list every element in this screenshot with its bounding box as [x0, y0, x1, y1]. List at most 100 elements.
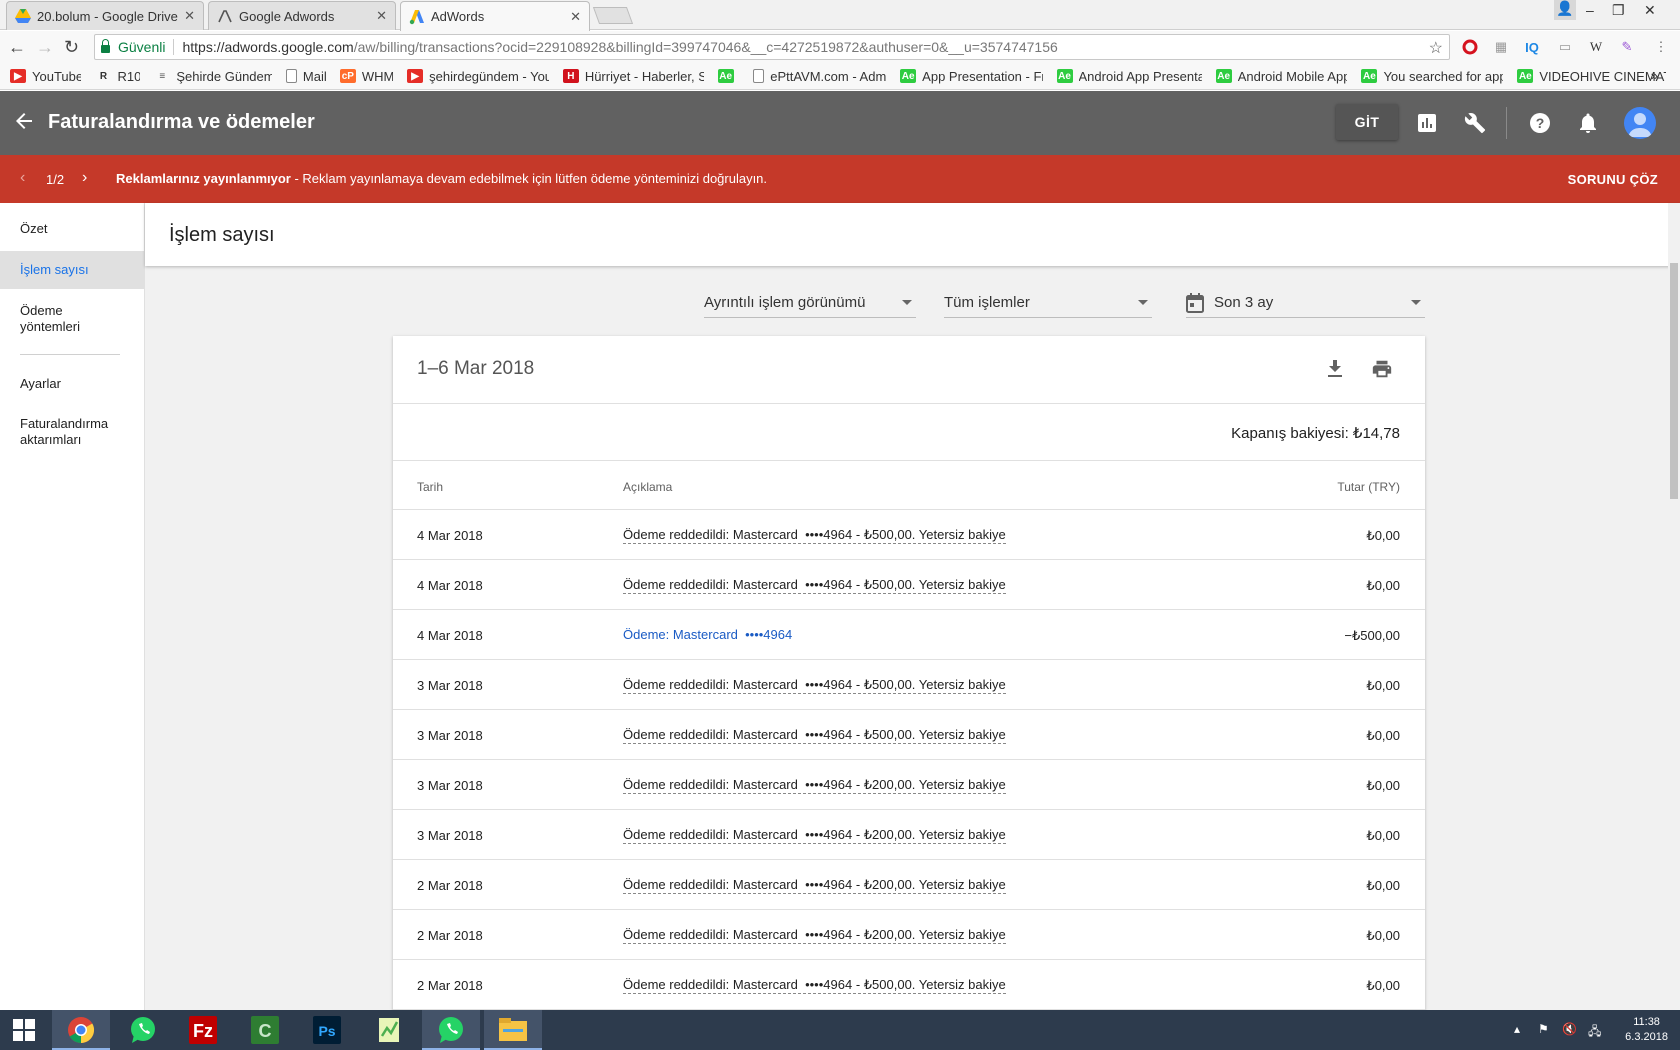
sidebar-item-transactions[interactable]: İşlem sayısı: [0, 251, 144, 289]
transaction-date: 3 Mar 2018: [417, 728, 483, 743]
envato-icon: Ae: [1215, 69, 1232, 83]
bookmark-item[interactable]: Mail: [285, 69, 326, 84]
flag-icon[interactable]: ⚑: [1538, 1022, 1549, 1036]
cpanel-icon: cP: [339, 69, 356, 83]
avatar[interactable]: [1624, 107, 1656, 139]
opera-extension-icon[interactable]: [1461, 38, 1479, 56]
transaction-date: 4 Mar 2018: [417, 628, 483, 643]
secure-indicator[interactable]: Güvenli: [95, 39, 165, 55]
back-arrow-icon[interactable]: [12, 109, 36, 140]
more-bookmarks-icon[interactable]: »: [1651, 68, 1658, 83]
close-tab-icon[interactable]: ✕: [376, 8, 387, 24]
transaction-description[interactable]: Ödeme reddedildi: Mastercard ••••4964 - …: [623, 578, 1006, 594]
go-button[interactable]: GİT: [1336, 104, 1398, 140]
minimize-icon[interactable]: –: [1586, 2, 1594, 18]
bookmark-item[interactable]: ≡ Şehirde Gündem: [154, 69, 272, 84]
wrench-icon[interactable]: [1463, 111, 1487, 135]
help-icon[interactable]: ?: [1528, 111, 1552, 135]
volume-muted-icon[interactable]: 🔇: [1562, 1022, 1577, 1036]
system-clock[interactable]: 11:38 6.3.2018: [1625, 1015, 1668, 1045]
extension-icon[interactable]: ▦: [1492, 38, 1510, 56]
dropdown-caret-icon: [1138, 300, 1148, 305]
bookmark-item[interactable]: cP WHM: [339, 69, 393, 84]
windows-start-icon[interactable]: [0, 1010, 48, 1050]
wikipedia-extension-icon[interactable]: W: [1587, 38, 1605, 56]
youtube-icon: ▶: [10, 69, 26, 83]
closing-balance: Kapanış bakiyesi: ₺14,78: [1231, 425, 1400, 442]
bookmark-item[interactable]: Ae You searched for app: [1361, 69, 1503, 84]
bookmark-item[interactable]: Ae: [717, 69, 740, 83]
pen-extension-icon[interactable]: ✎: [1618, 38, 1636, 56]
bookmark-item[interactable]: H Hürriyet - Haberler, S: [562, 69, 704, 84]
bookmark-star-icon[interactable]: ☆: [1429, 38, 1443, 58]
close-tab-icon[interactable]: ✕: [570, 9, 581, 25]
print-icon[interactable]: [1371, 358, 1393, 385]
hurriyet-icon: H: [562, 69, 579, 83]
transaction-type-select[interactable]: Tüm işlemler: [944, 288, 1152, 318]
next-alert-icon[interactable]: ›: [82, 169, 87, 187]
bookmark-item[interactable]: Ae VIDEOHIVE CINEMAT: [1517, 69, 1666, 84]
payment-link[interactable]: Ödeme: Mastercard ••••4964: [623, 628, 792, 643]
bookmark-item[interactable]: ▶ şehirdegündem - You: [407, 69, 549, 84]
photoshop-icon[interactable]: Ps: [298, 1010, 356, 1050]
bookmark-item[interactable]: Ae Android Mobile App: [1215, 69, 1347, 84]
sidebar-item-summary[interactable]: Özet: [0, 221, 144, 237]
transaction-description[interactable]: Ödeme reddedildi: Mastercard ••••4964 - …: [623, 728, 1006, 744]
browser-tab-google-adwords[interactable]: Google Adwords ✕: [208, 1, 396, 30]
transaction-description[interactable]: Ödeme reddedildi: Mastercard ••••4964 - …: [623, 528, 1006, 544]
transaction-description[interactable]: Ödeme reddedildi: Mastercard ••••4964 - …: [623, 828, 1006, 844]
whatsapp-icon[interactable]: [422, 1010, 480, 1050]
notepad-plus-icon[interactable]: [360, 1010, 418, 1050]
new-tab-button[interactable]: [592, 7, 634, 24]
omnibox[interactable]: Güvenli https://adwords.google.com/aw/bi…: [94, 34, 1450, 60]
chrome-menu-icon[interactable]: ⋮: [1652, 38, 1670, 56]
close-window-icon[interactable]: ✕: [1644, 2, 1656, 19]
transaction-description[interactable]: Ödeme reddedildi: Mastercard ••••4964 - …: [623, 678, 1006, 694]
page-icon: [753, 69, 765, 83]
transaction-amount: ₺0,00: [1366, 528, 1400, 543]
reload-icon[interactable]: ↻: [64, 37, 79, 58]
profile-icon[interactable]: 👤: [1554, 0, 1576, 20]
column-header-date[interactable]: Tarih: [417, 480, 443, 494]
extension-icon[interactable]: ▭: [1556, 38, 1574, 56]
notifications-bell-icon[interactable]: [1576, 111, 1600, 135]
network-icon[interactable]: 🖧: [1588, 1022, 1601, 1043]
bookmark-item[interactable]: ePttAVM.com - Admi: [753, 69, 886, 84]
whatsapp-icon[interactable]: [114, 1010, 172, 1050]
iq-extension-icon[interactable]: IQ: [1523, 38, 1541, 56]
bookmark-item[interactable]: Ae App Presentation - Fr: [900, 69, 1043, 84]
file-explorer-icon[interactable]: [484, 1010, 542, 1050]
sidebar-item-billing-exports[interactable]: Faturalandırma aktarımları: [0, 416, 125, 448]
view-select[interactable]: Ayrıntılı işlem görünümü: [704, 288, 916, 318]
sidebar-item-payment-methods[interactable]: Ödeme yöntemleri: [0, 303, 110, 335]
filezilla-icon[interactable]: Fz: [174, 1010, 232, 1050]
sidebar-item-settings[interactable]: Ayarlar: [0, 376, 144, 392]
reports-icon[interactable]: [1415, 111, 1439, 135]
bookmark-item[interactable]: Ae Android App Presenta: [1056, 69, 1202, 84]
transaction-amount: ₺0,00: [1366, 828, 1400, 843]
camtasia-icon[interactable]: C: [236, 1010, 294, 1050]
back-icon[interactable]: ←: [8, 37, 26, 58]
previous-alert-icon[interactable]: ‹: [20, 169, 25, 187]
transaction-description[interactable]: Ödeme reddedildi: Mastercard ••••4964 - …: [623, 978, 1006, 994]
browser-tab-adwords[interactable]: AdWords ✕: [400, 1, 590, 31]
forward-icon[interactable]: →: [36, 37, 54, 58]
date-range-select[interactable]: Son 3 ay: [1186, 288, 1425, 318]
page-scrollbar[interactable]: [1668, 203, 1680, 1010]
transaction-description[interactable]: Ödeme reddedildi: Mastercard ••••4964 - …: [623, 778, 1006, 794]
download-icon[interactable]: [1325, 358, 1345, 385]
fix-issue-button[interactable]: SORUNU ÇÖZ: [1568, 172, 1658, 187]
browser-tab-strip: 20.bolum - Google Drive ✕ Google Adwords…: [0, 0, 1680, 31]
envato-icon: Ae: [717, 69, 734, 83]
chrome-icon[interactable]: [52, 1010, 110, 1050]
restore-icon[interactable]: ❐: [1612, 2, 1625, 19]
tray-expand-icon[interactable]: ▴: [1514, 1022, 1520, 1036]
transaction-description[interactable]: Ödeme reddedildi: Mastercard ••••4964 - …: [623, 928, 1006, 944]
close-tab-icon[interactable]: ✕: [184, 8, 195, 24]
url-text[interactable]: https://adwords.google.com/aw/billing/tr…: [182, 39, 1057, 55]
scrollbar-thumb[interactable]: [1670, 263, 1678, 499]
browser-tab-google-drive[interactable]: 20.bolum - Google Drive ✕: [6, 1, 204, 30]
bookmark-item[interactable]: ▶ YouTube: [10, 69, 81, 84]
transaction-description[interactable]: Ödeme reddedildi: Mastercard ••••4964 - …: [623, 878, 1006, 894]
bookmark-item[interactable]: R R10: [95, 69, 140, 84]
